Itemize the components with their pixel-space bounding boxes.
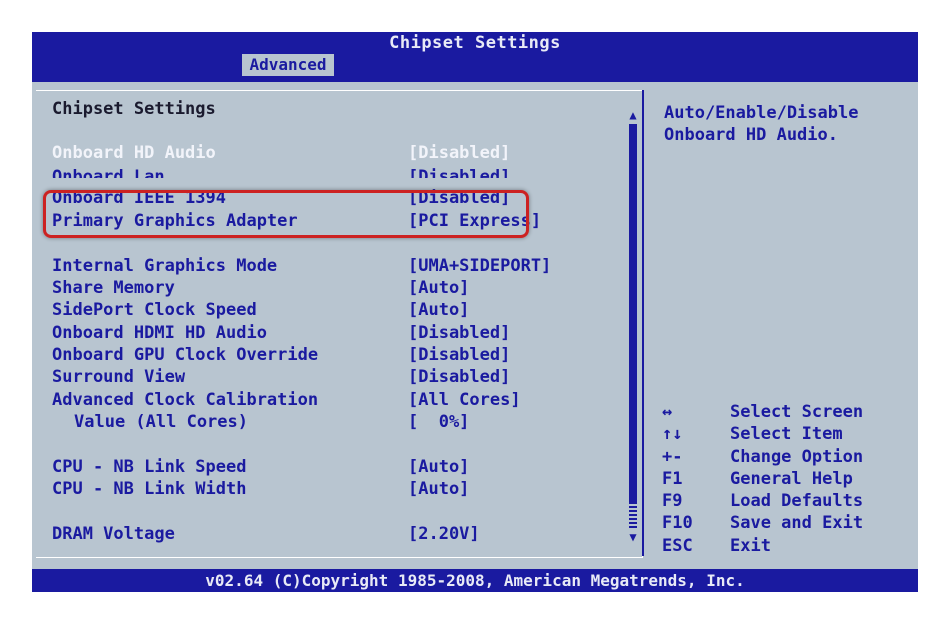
setting-onboard-lan[interactable]: Onboard Lan [Disabled] [52,167,572,178]
key-legend-item: F10 Save and Exit [662,513,912,535]
setting-value[interactable]: [PCI Express] [408,211,541,231]
setting-value[interactable]: [All Cores] [408,390,521,410]
key-description: General Help [730,468,853,489]
setting-label: DRAM Voltage [52,524,175,544]
setting-label: Onboard Lan [52,167,165,178]
setting-value-all-cores[interactable]: Value (All Cores) [ 0%] [52,412,572,434]
key-name: F9 [662,491,683,512]
setting-label: Onboard IEEE 1394 [52,188,226,208]
setting-value[interactable]: [Auto] [408,278,469,298]
setting-onboard-ieee-1394[interactable]: Onboard IEEE 1394 [Disabled] [52,188,572,210]
key-description: Save and Exit [730,513,864,534]
key-name: F10 [662,513,693,534]
setting-label: Advanced Clock Calibration [52,390,319,410]
setting-label: Surround View [52,367,186,387]
setting-label: CPU - NB Link Width [52,479,247,499]
bios-screen: Chipset Settings Advanced Chipset Settin… [32,32,918,592]
key-name: F1 [662,468,683,489]
setting-value[interactable]: [Auto] [408,300,469,320]
key-name: ↑↓ [662,424,683,445]
setting-value[interactable]: [Disabled] [408,323,510,343]
key-legend: ↔ Select Screen ↑↓ Select Item +- Change… [662,402,912,558]
setting-value[interactable]: [Disabled] [408,188,510,208]
setting-cpu-nb-link-width[interactable]: CPU - NB Link Width [Auto] [52,479,572,501]
copyright-text: v02.64 (C)Copyright 1985-2008, American … [205,571,745,590]
setting-label: Value (All Cores) [74,412,248,432]
setting-dram-voltage[interactable]: DRAM Voltage [2.20V] [52,524,572,546]
setting-onboard-gpu-clock-override[interactable]: Onboard GPU Clock Override [Disabled] [52,345,572,367]
setting-value[interactable]: [2.20V] [408,524,480,544]
window-title: Chipset Settings [389,33,561,53]
tab-advanced[interactable]: Advanced [242,54,334,76]
setting-label: Share Memory [52,278,175,298]
key-legend-item: ↔ Select Screen [662,402,912,424]
setting-value[interactable]: [ 0%] [408,412,469,432]
setting-value[interactable]: [Disabled] [408,367,510,387]
setting-value[interactable]: [Disabled] [408,167,510,178]
setting-label: CPU - NB Link Speed [52,457,247,477]
setting-label: Onboard HD Audio [52,143,216,163]
key-description: Change Option [730,446,864,467]
key-description: Select Screen [730,402,864,422]
footer-bar: v02.64 (C)Copyright 1985-2008, American … [32,569,918,592]
setting-value[interactable]: [Auto] [408,457,469,477]
key-legend-item: F9 Load Defaults [662,491,912,513]
key-legend-item: +- Change Option [662,447,912,469]
section-title: Chipset Settings [52,99,216,119]
key-name: ESC [662,535,693,556]
header-bar: Chipset Settings Advanced [32,32,918,82]
setting-label: SidePort Clock Speed [52,300,257,320]
setting-internal-graphics-mode[interactable]: Internal Graphics Mode [UMA+SIDEPORT] [52,256,572,278]
setting-value[interactable]: [Disabled] [408,345,510,365]
setting-label: Onboard GPU Clock Override [52,345,319,365]
key-name: ↔ [662,402,673,422]
key-description: Select Item [730,424,843,445]
setting-onboard-hd-audio[interactable]: Onboard HD Audio [Disabled] [52,143,572,165]
key-legend-item: ESC Exit [662,536,912,558]
setting-cpu-nb-link-speed[interactable]: CPU - NB Link Speed [Auto] [52,457,572,479]
scroll-track[interactable] [629,504,637,528]
key-legend-item: F1 General Help [662,469,912,491]
scrollbar[interactable]: ▲ ▼ [626,108,640,546]
scroll-down-icon[interactable]: ▼ [626,530,640,544]
help-panel: Auto/Enable/Disable Onboard HD Audio. ↔ … [642,90,918,556]
setting-label: Primary Graphics Adapter [52,211,298,231]
key-legend-item: ↑↓ Select Item [662,424,912,446]
scroll-thumb[interactable] [629,124,637,504]
setting-primary-graphics-adapter[interactable]: Primary Graphics Adapter [PCI Express] [52,211,572,233]
help-description: Auto/Enable/Disable Onboard HD Audio. [664,103,859,145]
setting-label: Onboard HDMI HD Audio [52,323,267,343]
setting-label: Internal Graphics Mode [52,256,278,276]
setting-advanced-clock-calibration[interactable]: Advanced Clock Calibration [All Cores] [52,390,572,412]
setting-sideport-clock-speed[interactable]: SidePort Clock Speed [Auto] [52,300,572,322]
key-name: +- [662,446,683,467]
key-description: Load Defaults [730,491,864,512]
key-description: Exit [730,535,771,556]
setting-value[interactable]: [Disabled] [408,143,510,163]
setting-surround-view[interactable]: Surround View [Disabled] [52,367,572,389]
setting-share-memory[interactable]: Share Memory [Auto] [52,278,572,300]
settings-panel: Chipset Settings Onboard HD Audio [Disab… [36,90,643,558]
scroll-up-icon[interactable]: ▲ [626,108,640,122]
setting-onboard-hdmi-hd-audio[interactable]: Onboard HDMI HD Audio [Disabled] [52,323,572,345]
setting-value[interactable]: [Auto] [408,479,469,499]
setting-value[interactable]: [UMA+SIDEPORT] [408,256,551,276]
